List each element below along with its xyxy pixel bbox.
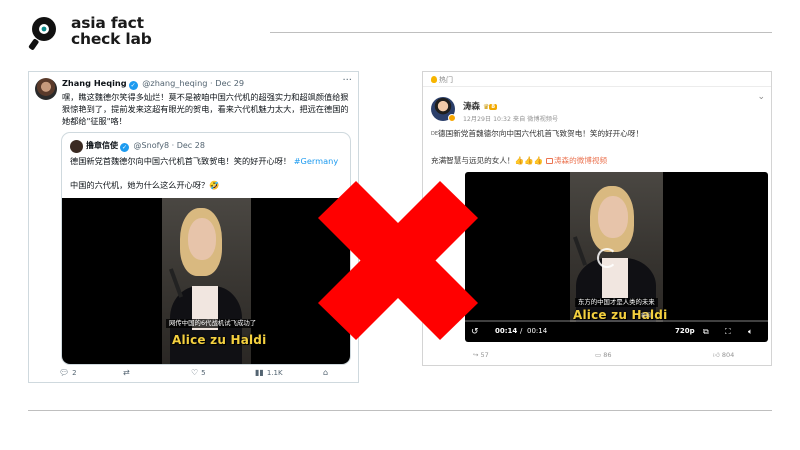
views-button[interactable]: ▮▮ 1.1K [255,368,283,377]
repost-button[interactable]: ↪ 57 [473,351,489,359]
video-link-icon [545,158,553,164]
level-badge: 8 [489,104,498,110]
post-meta: 12月29日 10:32 来自 微博视频号 [463,116,559,123]
quote-text-main: 德国新党首魏德尔向中国六代机首飞致贺电！笑的好开心呀！ [70,156,292,166]
replay-control-icon[interactable]: ↺ [471,327,479,337]
weibo-text-main: 德国新党首魏德尔向中国六代机首飞致贺电！笑的好开心呀！ [438,129,644,138]
divider [423,86,771,87]
like-button[interactable]: ♡ 5 [191,368,206,377]
handle-date[interactable]: @Snofy8 · Dec 28 [134,141,205,150]
quote-header: 撸章信使 ✓ @Snofy8 · Dec 28 [86,140,205,152]
video-subtitle-small: 网传中国的6代战机试飞成功了 [166,319,260,328]
tweet-text: 嘿，瞧这魏德尔笑得多灿烂！莫不是被咱中国六代机的超强实力和超飒颜值给狠狠惊艳到了… [62,92,349,126]
tweet-card[interactable]: Zhang Heqing ✓ @zhang_heqing · Dec 29 ···… [28,71,359,383]
bookmark-button[interactable]: ⌂ [323,368,331,377]
weibo-actions: ↪ 57 ▭ 86 👍︎ 804 [431,351,766,363]
like-count: 5 [201,369,206,377]
retweet-button[interactable]: ⇄ [123,368,133,377]
view-count: 1.1K [266,369,283,377]
weibo-text-second: 充满智慧与远见的女人！👍👍👍 [431,156,543,165]
chevron-down-icon[interactable]: ⌄ [757,92,765,102]
video-subtitle-small: 东方的中国才是人类的未来 [575,298,658,307]
like-button[interactable]: 👍︎ 804 [713,351,734,359]
magnifier-logo-icon [28,17,56,50]
video-player[interactable]: 网传中国的6代战机试飞成功了 Alice zu Haldi [62,198,350,364]
repost-count: 57 [480,351,489,359]
handle-date[interactable]: @zhang_heqing · Dec 29 [142,78,244,88]
replay-icon[interactable] [597,248,617,268]
flame-icon [431,76,437,83]
time-current: 00:14 [495,327,518,335]
thumb-up-icon: 👍︎ [713,351,722,359]
pip-icon[interactable]: ⧉ [703,327,709,337]
avatar[interactable] [35,78,57,100]
quote-text: 德国新党首魏德尔向中国六代机首飞致贺电！笑的好开心呀！ #Germany 中国的… [70,155,345,191]
hot-label: 热门 [431,75,453,85]
microphone [572,236,588,266]
like-count: 804 [721,351,735,359]
author-name[interactable]: 涛森 [463,102,480,112]
heart-icon: ♡ [191,368,199,377]
fullscreen-icon[interactable]: ⛶ [725,327,731,337]
hashtag-link[interactable]: #Germany [294,156,339,166]
top-divider [270,32,772,33]
avatar[interactable] [70,140,83,153]
weibo-text: DE德国新党首魏德尔向中国六代机首飞致贺电！笑的好开心呀！ [431,128,766,140]
quote-text-line2: 中国的六代机，她为什么这么开心呀？🤣 [70,180,220,190]
video-controls: ↺ 00:14 / 00:14 720p ⧉ ⛶ 🔈︎ [465,323,768,341]
flag-de-label: DE [431,131,439,137]
hot-text: 热门 [439,76,453,84]
video-watermark: 新闻 [641,313,652,319]
brand-line1: asia fact [71,14,144,32]
reply-count: 2 [72,369,77,377]
weibo-text-line2: 充满智慧与远见的女人！👍👍👍 涛森的微博视频 [431,155,607,166]
retweet-icon: ⇄ [123,368,130,377]
tweet-actions: 💬︎ 2 ⇄ ♡ 5 ▮▮ 1.1K ⌂ [59,368,349,380]
more-dots-icon[interactable]: ··· [342,75,352,86]
brand-line2: check lab [71,30,152,48]
reply-button[interactable]: 💬︎ 2 [59,368,77,377]
video-link[interactable]: 涛森的微博视频 [554,156,607,165]
verified-v-badge-icon [448,114,456,122]
volume-icon[interactable]: 🔈︎ [748,327,753,337]
verified-badge-icon: ✓ [128,81,138,90]
progress-bar[interactable] [465,320,768,322]
comment-count: 86 [603,351,612,359]
video-player[interactable]: 东方的中国才是人类的未来 Alice zu Haldi 新闻 ↺ 00:14 /… [465,172,768,342]
quoted-tweet[interactable]: 撸章信使 ✓ @Snofy8 · Dec 28 德国新党首魏德尔向中国六代机首飞致… [61,132,351,365]
author-name[interactable]: Zhang Heqing [62,78,127,88]
video-subtitle-name: Alice zu Haldi [172,333,267,347]
weibo-author[interactable]: 涛森 ♛ 8 [463,100,498,112]
author-name[interactable]: 撸章信使 [86,141,118,150]
repost-icon: ↪ [473,351,481,359]
brand-wordmark: asia fact check lab [71,15,152,47]
bottom-divider [28,410,772,411]
comment-button[interactable]: ▭ 86 [595,351,612,359]
weibo-card[interactable]: 热门 涛森 ♛ 8 12月29日 10:32 来自 微博视频号 ⌄ DE德国新党首魏… [422,71,772,366]
quality-button[interactable]: 720p [675,327,695,335]
tweet-header: Zhang Heqing ✓ @zhang_heqing · Dec 29 [62,78,244,90]
bar-chart-icon: ▮▮ [255,368,264,377]
brand-header: asia fact check lab [27,14,257,54]
bookmark-icon: ⌂ [323,368,329,377]
time-separator: / [520,327,523,335]
person-face [598,196,628,238]
microphone [168,268,184,298]
verified-badge-icon: ✓ [120,143,129,152]
reply-icon: 💬︎ [59,368,70,377]
comment-icon: ▭ [595,351,604,359]
time-total: 00:14 [527,327,548,335]
person-face [188,218,216,260]
